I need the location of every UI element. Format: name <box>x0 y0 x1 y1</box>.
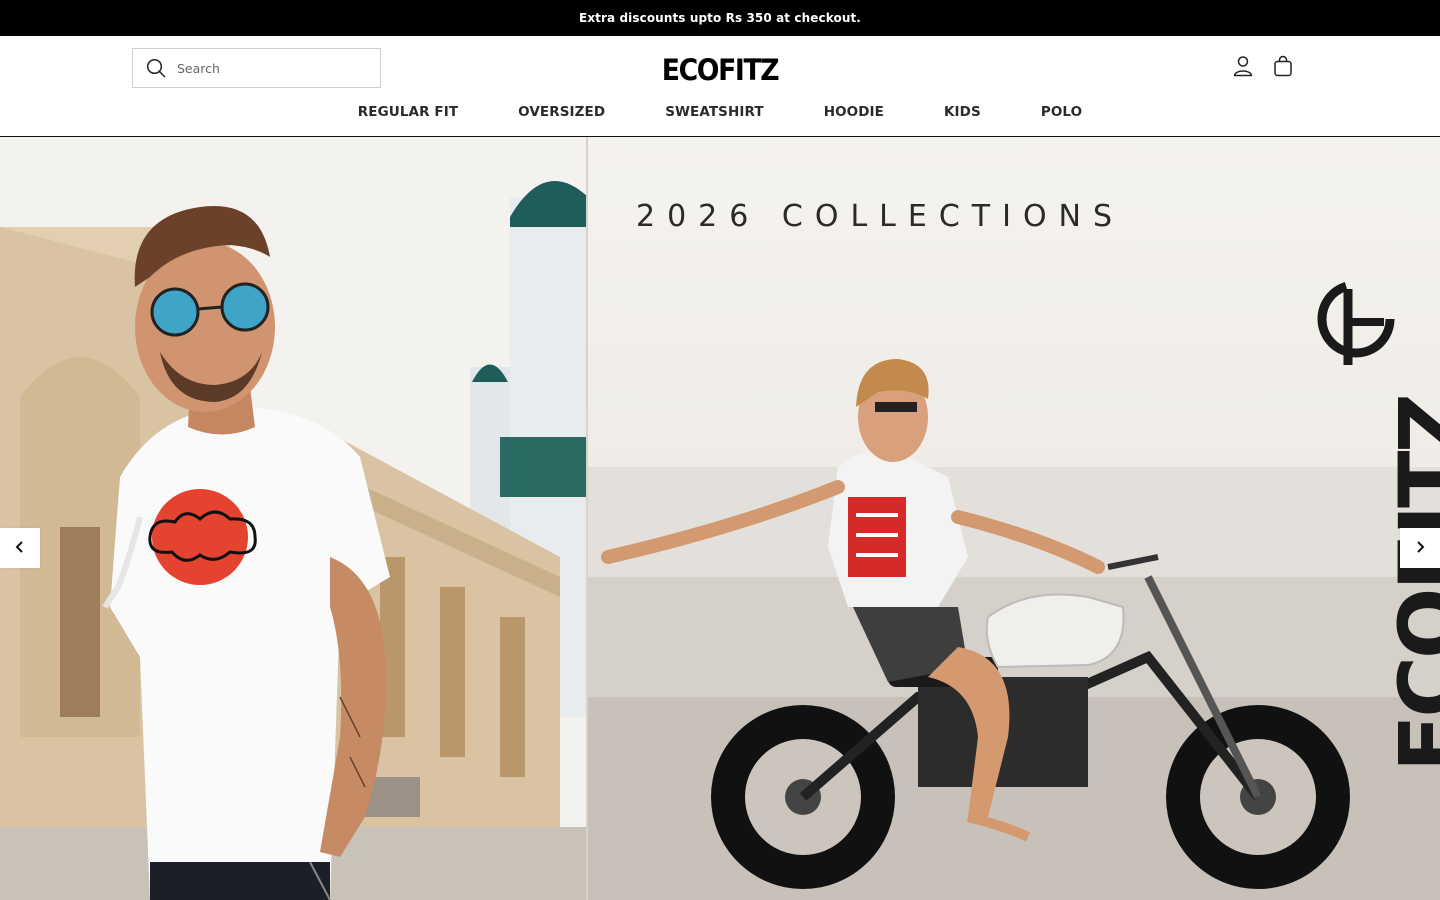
user-icon[interactable] <box>1232 54 1254 78</box>
nav-item-kids[interactable]: KIDS <box>944 104 981 120</box>
chevron-right-icon <box>1413 539 1427 558</box>
model-illustration-left <box>0 137 588 900</box>
nav-item-hoodie[interactable]: HOODIE <box>824 104 884 120</box>
vertical-brand-text: ECOFITZ <box>1381 395 1440 772</box>
site-header: ECOFITZ REGULAR FIT OVERSIZED SWEATSHIRT… <box>0 36 1440 137</box>
logo-text: ECOFITZ <box>661 53 780 87</box>
nav-item-polo[interactable]: POLO <box>1041 104 1082 120</box>
search-icon[interactable] <box>145 57 167 79</box>
main-nav: REGULAR FIT OVERSIZED SWEATSHIRT HOODIE … <box>0 100 1440 124</box>
nav-item-regular-fit[interactable]: REGULAR FIT <box>358 104 458 120</box>
announcement-text: Extra discounts upto Rs 350 at checkout. <box>579 11 861 25</box>
hero-image-left <box>0 137 588 900</box>
chevron-left-icon <box>13 539 27 558</box>
nav-item-oversized[interactable]: OVERSIZED <box>518 104 605 120</box>
shopping-bag-icon[interactable] <box>1272 54 1294 78</box>
nav-item-sweatshirt[interactable]: SWEATSHIRT <box>665 104 764 120</box>
slider-prev-button[interactable] <box>0 528 40 568</box>
search-input[interactable] <box>177 60 367 76</box>
search-bar[interactable] <box>132 48 381 88</box>
hero-image-right: 2026 COLLECTIONS ECOFITZ <box>588 137 1440 900</box>
announcement-bar: Extra discounts upto Rs 350 at checkout. <box>0 0 1440 36</box>
brand-logo[interactable]: ECOFITZ <box>656 50 785 90</box>
slider-next-button[interactable] <box>1400 528 1440 568</box>
collections-headline: 2026 COLLECTIONS <box>636 199 1125 234</box>
hero-slider: 2026 COLLECTIONS ECOFITZ <box>0 137 1440 900</box>
header-actions <box>1232 53 1296 79</box>
vertical-brand-logo: ECOFITZ <box>1304 277 1440 772</box>
